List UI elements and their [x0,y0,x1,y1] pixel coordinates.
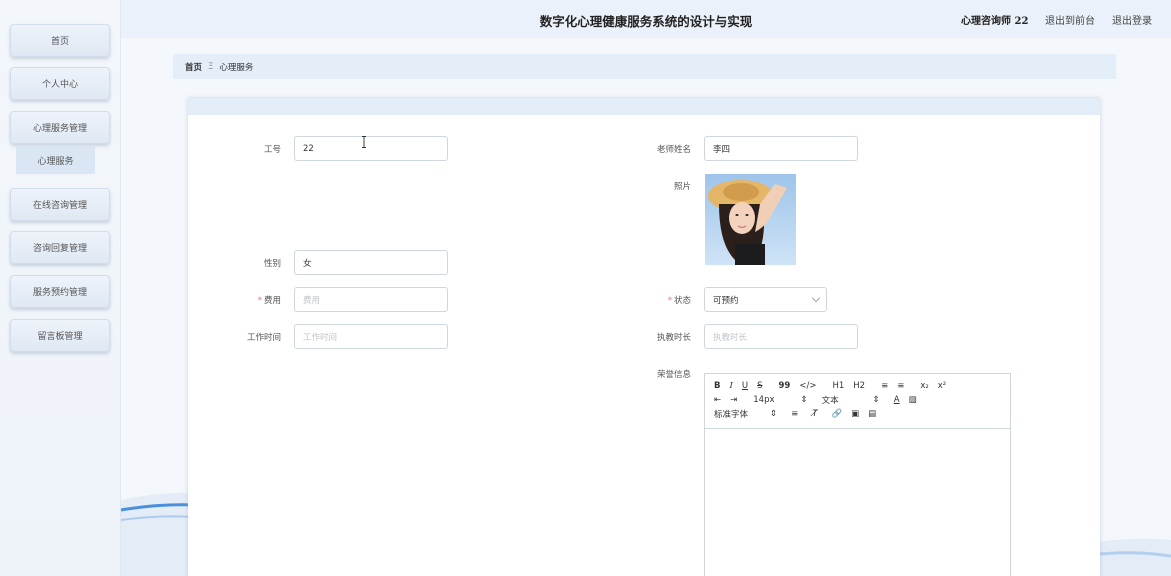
text-style-arrows-icon: ⇕ [872,395,880,405]
work-time-label: 工作时间 [246,333,281,343]
chevron-down-icon [811,293,821,303]
image-icon[interactable]: ▣ [851,409,859,419]
sidebar-item-message-board-mgmt[interactable]: 留言板管理 [10,319,110,352]
breadcrumb: 首页 Ξ 心理服务 [173,54,1116,79]
fee-label-text: 费用 [263,296,281,306]
text-style-select[interactable]: 文本 [822,394,839,406]
teacher-name-input[interactable]: 李四 [704,136,858,161]
ordered-list-button[interactable]: ≡ [881,381,888,391]
photo-label: 照片 [673,182,691,192]
sidebar: 首页 个人中心 心理服务管理 心理服务 在线咨询管理 咨询回复管理 服务预约管理… [0,0,121,576]
sidebar-item-appointment-mgmt[interactable]: 服务预约管理 [10,275,110,308]
indent-icon[interactable]: ⇥ [730,395,737,405]
practice-years-input[interactable]: 执教时长 [704,324,858,349]
bullet-list-button[interactable]: ≡ [897,381,904,391]
video-icon[interactable]: ▤ [868,409,876,419]
breadcrumb-home[interactable]: 首页 [185,61,202,73]
editor-toolbar: B I U S 99 </> H1 H2 ≡ ≡ x₂ x² ⇤ ⇥ 14px … [705,374,1010,429]
breadcrumb-separator: Ξ [208,61,214,72]
current-user: 心理咨询师 22 [961,16,1029,27]
gender-label: 性别 [263,259,281,269]
top-header: 数字化心理健康服务系统的设计与实现 心理咨询师 22 退出到前台 退出登录 [121,0,1171,38]
outdent-icon[interactable]: ⇤ [714,395,721,405]
italic-button[interactable]: I [729,381,732,391]
blockquote-button[interactable]: 99 [778,381,790,391]
text-cursor-icon [362,136,366,148]
status-label-text: 状态 [673,296,691,306]
sidebar-item-online-consult-mgmt[interactable]: 在线咨询管理 [10,188,110,221]
required-asterisk: * [667,296,672,306]
status-select-value: 可预约 [713,295,739,306]
practice-years-label: 执教时长 [656,333,691,343]
job-no-input[interactable]: 22 [294,136,448,161]
fee-label: * 费用 [191,294,281,306]
sidebar-item-psych-service-mgmt[interactable]: 心理服务管理 [10,111,110,144]
teacher-photo[interactable] [705,174,796,265]
align-icon[interactable]: ≡ [791,409,798,419]
exit-to-frontend-link[interactable]: 退出到前台 [1045,12,1095,27]
heading2-button[interactable]: H2 [853,381,865,391]
work-time-input[interactable]: 工作时间 [294,324,448,349]
teacher-name-label: 老师姓名 [656,145,691,155]
photo-image [705,174,796,265]
subscript-button[interactable]: x₂ [920,381,928,391]
bold-button[interactable]: B [714,381,720,391]
sidebar-item-profile[interactable]: 个人中心 [10,67,110,100]
job-no-label: 工号 [263,145,281,155]
sidebar-subitem-psych-service[interactable]: 心理服务 [16,146,95,174]
heading1-button[interactable]: H1 [832,381,844,391]
clear-format-icon[interactable]: T̸ [812,409,817,419]
fee-input[interactable]: 费用 [294,287,448,312]
font-family-select[interactable]: 标准字体 [714,408,748,420]
status-label: * 状态 [601,294,691,306]
required-asterisk: * [257,296,262,306]
logout-link[interactable]: 退出登录 [1112,12,1152,27]
honor-label: 荣誉信息 [656,370,691,380]
superscript-button[interactable]: x² [938,381,946,391]
gender-input[interactable]: 女 [294,250,448,275]
background-color-icon[interactable]: ▨ [909,395,917,405]
status-select[interactable]: 可预约 [704,287,827,312]
font-color-icon[interactable]: A [894,395,900,405]
font-family-arrows-icon: ⇕ [770,409,778,419]
link-icon[interactable]: 🔗 [831,409,842,419]
card-header-strip [188,98,1100,115]
sidebar-item-consult-reply-mgmt[interactable]: 咨询回复管理 [10,231,110,264]
sidebar-item-home[interactable]: 首页 [10,24,110,57]
font-size-arrows-icon: ⇕ [800,395,808,405]
strikethrough-button[interactable]: S [757,381,762,391]
breadcrumb-current: 心理服务 [219,62,254,73]
code-block-button[interactable]: </> [799,381,816,391]
underline-button[interactable]: U [742,381,748,391]
honor-rich-text-editor[interactable]: B I U S 99 </> H1 H2 ≡ ≡ x₂ x² ⇤ ⇥ 14px … [704,373,1011,576]
service-form-card: 工号 22 性别 女 *费用 费用 工作时间 工作时间 老师姓名 李四 照片 [188,98,1100,576]
font-size-select[interactable]: 14px [753,395,774,405]
